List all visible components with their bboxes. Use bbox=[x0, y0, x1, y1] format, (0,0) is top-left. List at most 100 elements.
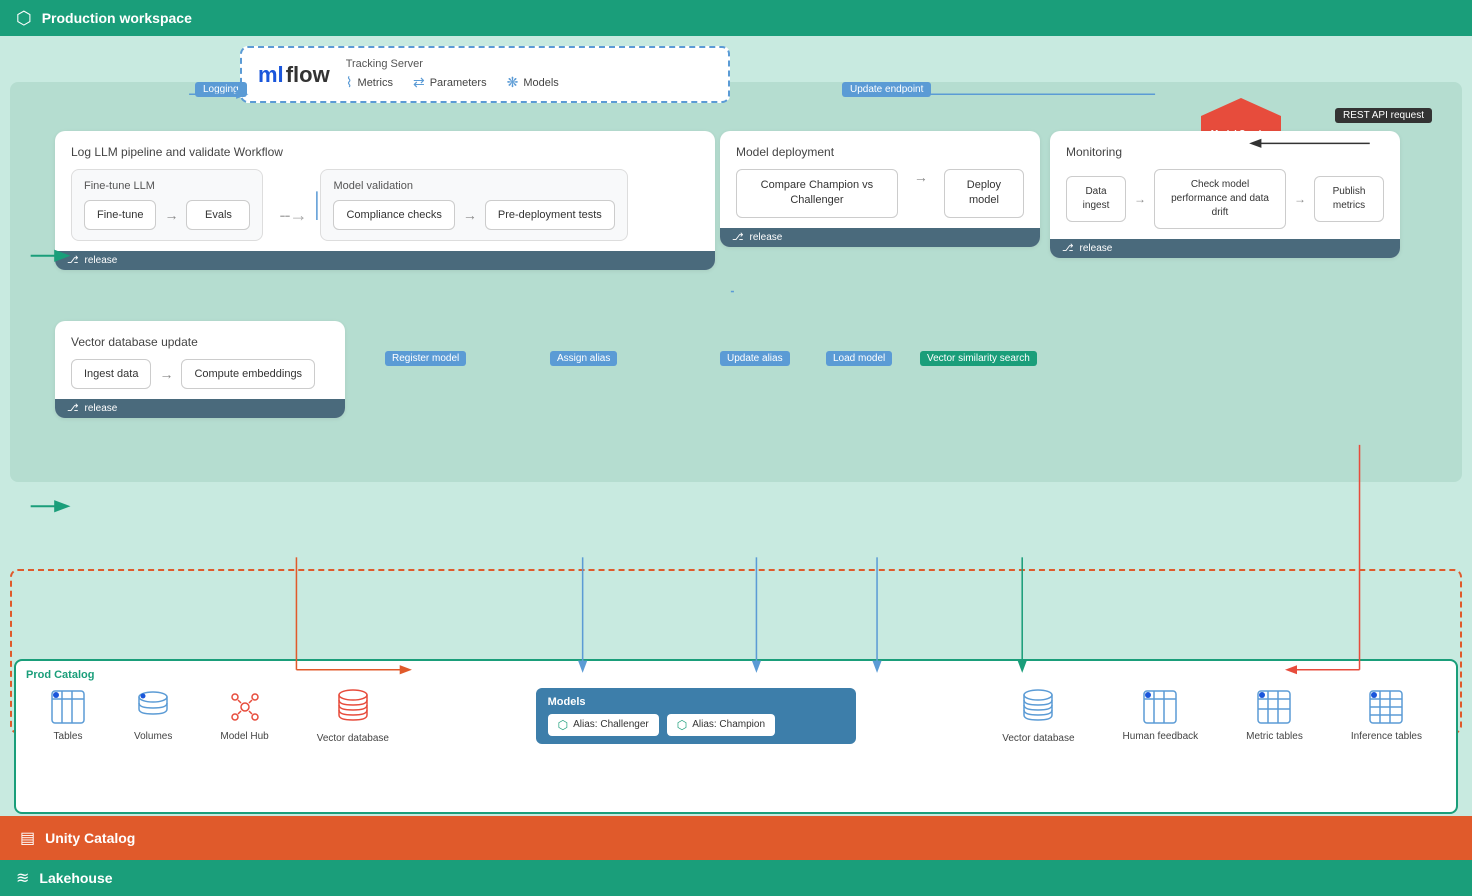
fine-tune-items: Fine-tune → Evals bbox=[84, 200, 250, 230]
mlflow-logo: mlflow bbox=[258, 62, 330, 88]
workflow-box: Log LLM pipeline and validate Workflow F… bbox=[55, 131, 715, 270]
right-vector-label: Vector database bbox=[1002, 733, 1074, 744]
unity-icon: ▤ bbox=[20, 828, 35, 848]
challenger-text: Alias: Challenger bbox=[573, 719, 649, 730]
deploy-release-bar: ⎇ release bbox=[720, 228, 1040, 247]
mon-arrow-2: → bbox=[1294, 192, 1306, 206]
update-alias-label: Update alias bbox=[720, 351, 790, 366]
validation-items: Compliance checks → Pre-deployment tests bbox=[333, 200, 614, 230]
vector-db-box: Vector database update Ingest data → Com… bbox=[55, 321, 345, 418]
load-model-label: Load model bbox=[826, 351, 892, 366]
model-deploy-box: Model deployment Compare Champion vs Cha… bbox=[720, 131, 1040, 247]
models-box: Models ⬡ Alias: Challenger ⬡ Alias: Cham… bbox=[536, 688, 856, 744]
deploy-arrow: → bbox=[914, 169, 928, 218]
alias-challenger: ⬡ Alias: Challenger bbox=[548, 714, 659, 736]
bottom-footer: ≋ Lakehouse bbox=[0, 860, 1472, 896]
tracking-content: Tracking Server ⌇ Metrics ⇄ Parameters ❋… bbox=[346, 58, 559, 91]
vector-db-catalog-item: Vector database bbox=[301, 687, 405, 744]
rest-api-label: REST API request bbox=[1335, 108, 1432, 123]
unity-catalog-bar: ▤ Unity Catalog bbox=[0, 816, 1472, 860]
models-icon: ❋ bbox=[507, 74, 519, 91]
git-icon-1: ⎇ bbox=[67, 255, 79, 266]
data-ingest-step: Data ingest bbox=[1066, 176, 1126, 222]
vector-similarity-label: Vector similarity search bbox=[920, 351, 1037, 366]
catalog-right-items: Vector database Human feedback bbox=[986, 687, 1438, 744]
model-hub-item: Model Hub bbox=[204, 689, 284, 742]
human-feedback-label: Human feedback bbox=[1123, 731, 1199, 742]
volumes-label: Volumes bbox=[134, 731, 172, 742]
workflow-inner: Fine-tune LLM Fine-tune → Evals - - → Mo… bbox=[71, 169, 699, 241]
deploy-title: Model deployment bbox=[736, 145, 1024, 159]
workflow-title: Log LLM pipeline and validate Workflow bbox=[71, 145, 699, 159]
assign-alias-label: Assign alias bbox=[550, 351, 617, 366]
dashed-arrow: - - → bbox=[279, 205, 304, 226]
prod-catalog-title: Prod Catalog bbox=[26, 669, 1446, 681]
deploy-inner: Compare Champion vs Challenger → Deploy … bbox=[736, 169, 1024, 218]
aliases-row: ⬡ Alias: Challenger ⬡ Alias: Champion bbox=[548, 714, 844, 736]
git-icon-3: ⎇ bbox=[1062, 243, 1074, 254]
compliance-checks: Compliance checks bbox=[333, 200, 454, 230]
inference-tables-item: Inference tables bbox=[1335, 689, 1438, 742]
vector-db-items: Ingest data → Compute embeddings bbox=[71, 359, 329, 389]
volumes-item: Volumes bbox=[118, 689, 188, 742]
inference-tables-icon bbox=[1368, 689, 1404, 725]
compute-embeddings-step: Compute embeddings bbox=[181, 359, 315, 389]
tables-label: Tables bbox=[54, 731, 83, 742]
right-vector-db: Vector database bbox=[986, 687, 1090, 744]
vector-db-title: Vector database update bbox=[71, 335, 329, 349]
metric-tables-label: Metric tables bbox=[1246, 731, 1303, 742]
arrow-1: → bbox=[164, 207, 178, 223]
params-icon: ⇄ bbox=[413, 74, 425, 91]
dashed-separator: - - → bbox=[279, 169, 304, 241]
vector-db-icon bbox=[335, 687, 371, 727]
evals-step: Evals bbox=[186, 200, 250, 230]
inference-tables-label: Inference tables bbox=[1351, 731, 1422, 742]
params-item: ⇄ Parameters bbox=[413, 74, 487, 91]
metrics-item: ⌇ Metrics bbox=[346, 74, 393, 91]
models-item: ❋ Models bbox=[507, 74, 559, 91]
arrow-2: → bbox=[463, 207, 477, 223]
champion-icon: ⬡ bbox=[677, 718, 687, 732]
footer-title: Lakehouse bbox=[39, 870, 112, 886]
monitor-release-bar: ⎇ release bbox=[1050, 239, 1400, 258]
model-validation-title: Model validation bbox=[333, 180, 614, 192]
catalog-left-items: Tables Volumes bbox=[34, 687, 405, 744]
champion-text: Alias: Champion bbox=[692, 719, 765, 730]
tables-icon bbox=[50, 689, 86, 725]
header-icon: ⬡ bbox=[16, 8, 32, 29]
model-hub-icon bbox=[227, 689, 263, 725]
tracking-server-label: Tracking Server bbox=[346, 58, 559, 70]
monitoring-box: Monitoring Data ingest → Check model per… bbox=[1050, 131, 1400, 258]
ingest-data-step: Ingest data bbox=[71, 359, 151, 389]
publish-metrics-step: Publish metrics bbox=[1314, 176, 1384, 222]
unity-title: Unity Catalog bbox=[45, 830, 135, 846]
git-icon-2: ⎇ bbox=[732, 232, 744, 243]
models-box-title: Models bbox=[548, 696, 844, 708]
model-validation-subbox: Model validation Compliance checks → Pre… bbox=[320, 169, 627, 241]
volumes-icon bbox=[135, 689, 171, 725]
main-canvas: mlflow Tracking Server ⌇ Metrics ⇄ Param… bbox=[0, 36, 1472, 816]
vector-release-bar: ⎇ release bbox=[55, 399, 345, 418]
monitoring-title: Monitoring bbox=[1066, 145, 1384, 159]
catalog-content: Tables Volumes bbox=[26, 687, 1446, 744]
fine-tune-subbox: Fine-tune LLM Fine-tune → Evals bbox=[71, 169, 263, 241]
alias-champion: ⬡ Alias: Champion bbox=[667, 714, 775, 736]
fine-tune-step: Fine-tune bbox=[84, 200, 156, 230]
metric-tables-icon bbox=[1256, 689, 1292, 725]
metrics-icon: ⌇ bbox=[346, 74, 353, 91]
metric-tables-item: Metric tables bbox=[1230, 689, 1319, 742]
right-vector-db-icon bbox=[1020, 687, 1056, 727]
challenger-icon: ⬡ bbox=[558, 718, 568, 732]
pre-deployment-tests: Pre-deployment tests bbox=[485, 200, 615, 230]
compare-step: Compare Champion vs Challenger bbox=[736, 169, 898, 218]
fine-tune-title: Fine-tune LLM bbox=[84, 180, 250, 192]
mlflow-tracking-box: mlflow Tracking Server ⌇ Metrics ⇄ Param… bbox=[240, 46, 730, 103]
logging-label: Logging bbox=[195, 82, 247, 97]
update-endpoint-label: Update endpoint bbox=[842, 82, 931, 97]
model-hub-label: Model Hub bbox=[220, 731, 268, 742]
deploy-model-step: Deploy model bbox=[944, 169, 1024, 218]
git-icon-4: ⎇ bbox=[67, 403, 79, 414]
header-title: Production workspace bbox=[42, 10, 192, 26]
human-feedback-item: Human feedback bbox=[1107, 689, 1215, 742]
tracking-items: ⌇ Metrics ⇄ Parameters ❋ Models bbox=[346, 74, 559, 91]
